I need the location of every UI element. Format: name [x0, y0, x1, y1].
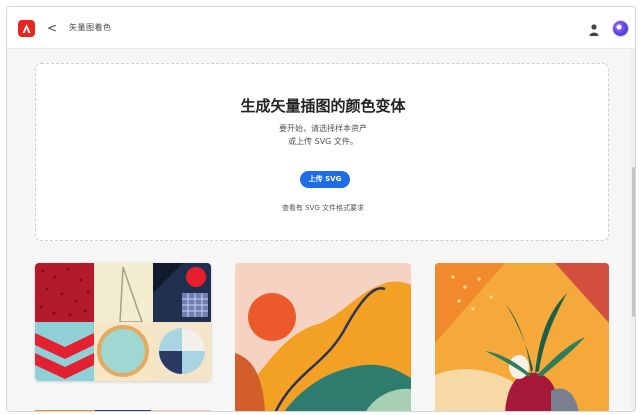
partial-sample-strip: [35, 410, 211, 411]
app-window: < 矢量图着色 生成矢量插图的颜色变体 要开始，请选择样本资产 或上传 SVG …: [6, 6, 636, 412]
geometric-patterns-illustration: [35, 263, 211, 381]
upload-svg-button[interactable]: 上传 SVG: [300, 171, 350, 188]
breadcrumb: 矢量图着色: [69, 23, 112, 32]
scrollbar-thumb[interactable]: [632, 167, 635, 317]
upload-card: 生成矢量插图的颜色变体 要开始，请选择样本资产 或上传 SVG 文件。 上传 S…: [35, 63, 609, 241]
sample-plant-pot[interactable]: [435, 263, 609, 411]
chevron-left-icon: <: [46, 21, 58, 35]
card-description-line-2: 或上传 SVG 文件。: [288, 137, 358, 146]
user-icon[interactable]: [589, 22, 599, 36]
app-logo-icon[interactable]: [18, 20, 35, 37]
avatar[interactable]: [612, 20, 629, 37]
top-bar: < 矢量图着色: [7, 7, 635, 49]
card-description: 要开始，请选择样本资产 或上传 SVG 文件。: [36, 122, 610, 148]
plant-pot-illustration: [435, 263, 609, 411]
sample-partial-next-row[interactable]: [35, 404, 211, 411]
card-description-line-1: 要开始，请选择样本资产: [279, 124, 367, 133]
svg-requirements-link[interactable]: 查看有 SVG 文件格式要求: [36, 203, 610, 213]
back-button[interactable]: <: [45, 21, 59, 35]
sample-geometric-patterns[interactable]: [35, 263, 211, 381]
card-title: 生成矢量插图的颜色变体: [240, 97, 406, 115]
abstract-landscape-illustration: [235, 263, 411, 411]
sample-abstract-landscape[interactable]: [235, 263, 411, 411]
scrollbar[interactable]: [631, 49, 635, 411]
